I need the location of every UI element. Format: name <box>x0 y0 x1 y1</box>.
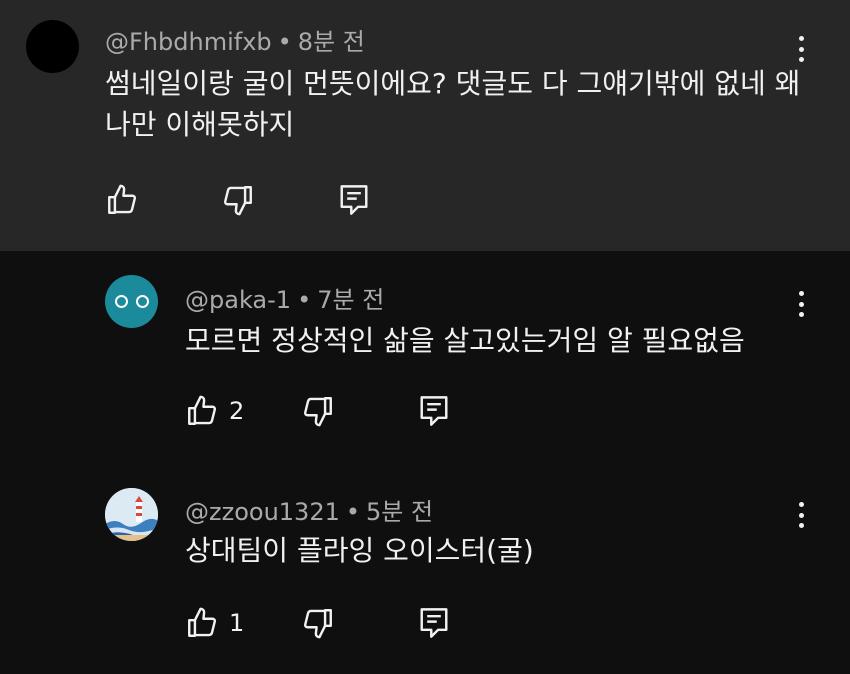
author-handle[interactable]: @Fhbdhmifxb <box>105 28 272 56</box>
like-count: 1 <box>229 609 245 637</box>
avatar-eye <box>135 295 149 308</box>
avatar[interactable] <box>105 488 158 541</box>
author-handle[interactable]: @paka-1 <box>185 286 291 314</box>
more-vert-icon[interactable] <box>798 36 804 62</box>
reply-button[interactable] <box>419 605 449 641</box>
separator-dot: • <box>345 498 361 526</box>
reply-button[interactable] <box>419 393 449 429</box>
avatar[interactable] <box>26 20 79 73</box>
more-vert-icon[interactable] <box>798 291 804 317</box>
like-button[interactable]: 1 <box>185 605 301 641</box>
like-count: 2 <box>229 397 245 425</box>
like-button[interactable] <box>105 182 221 218</box>
dislike-button[interactable] <box>301 605 419 641</box>
reply-icon <box>340 185 368 215</box>
reply-icon <box>420 608 448 638</box>
thumb-down-icon <box>303 397 332 427</box>
avatar[interactable] <box>105 275 158 328</box>
timestamp[interactable]: 7분 전 <box>317 286 384 314</box>
thumb-up-icon <box>108 184 137 214</box>
reply-icon <box>420 396 448 426</box>
reply-button[interactable] <box>339 182 369 218</box>
comment-actions: 2 <box>185 393 449 429</box>
comment-meta: @Fhbdhmifxb • 8분 전 <box>105 22 365 57</box>
comment-text: 상대팀이 플라잉 오이스터(굴) <box>185 534 534 567</box>
comment-text: 썸네일이랑 굴이 먼뜻이에요? 댓글도 다 그얘기밖에 없네 왜 나만 이해못하… <box>105 67 801 141</box>
comment-meta: @zzoou1321 • 5분 전 <box>185 492 433 527</box>
separator-dot: • <box>297 286 312 314</box>
more-vert-icon[interactable] <box>798 502 804 528</box>
author-handle[interactable]: @zzoou1321 <box>185 498 340 526</box>
comment-thread-highlighted: @Fhbdhmifxb • 8분 전 썸네일이랑 굴이 먼뜻이에요? 댓글도 다 그… <box>0 0 850 251</box>
thumb-down-icon <box>223 186 252 216</box>
comment-meta: @paka-1 • 7분 전 <box>185 280 384 315</box>
thumb-up-icon <box>188 395 217 425</box>
comment-text: 모르면 정상적인 삶을 살고있는거임 알 필요없음 <box>185 324 745 357</box>
comment-actions <box>105 182 369 218</box>
dislike-button[interactable] <box>221 182 339 218</box>
separator-dot: • <box>277 28 292 56</box>
comment-actions: 1 <box>185 605 449 641</box>
timestamp[interactable]: 8분 전 <box>298 28 365 56</box>
dislike-button[interactable] <box>301 393 419 429</box>
avatar-eye <box>114 295 128 308</box>
lighthouse-avatar-image <box>105 488 158 541</box>
like-button[interactable]: 2 <box>185 393 301 429</box>
thumb-down-icon <box>303 609 332 639</box>
thumb-up-icon <box>188 607 217 637</box>
timestamp[interactable]: 5분 전 <box>366 498 433 526</box>
